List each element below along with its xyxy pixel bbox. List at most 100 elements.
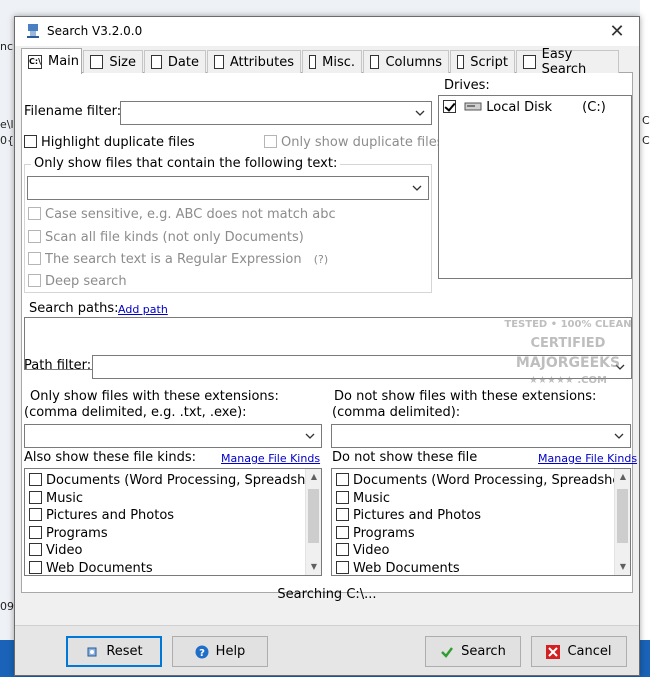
tab-label: Columns [385,54,442,70]
chevron-down-icon[interactable] [613,429,625,443]
checkbox-box[interactable] [29,473,42,486]
file-kind-label: Music [353,490,390,506]
list-item[interactable]: Pictures and Photos [332,507,630,525]
scan-all-checkbox[interactable]: Scan all file kinds (not only Documents) [28,230,304,245]
drives-list[interactable]: Local Disk (C:) [438,95,632,279]
drive-item-c[interactable]: Local Disk (C:) [439,96,631,114]
drive-name: Local Disk [486,100,553,114]
list-item[interactable]: Documents (Word Processing, Spreadsheets [332,472,630,490]
checkbox-box[interactable] [28,252,41,265]
checkbox-box[interactable] [29,525,42,539]
highlight-duplicates-label: Highlight duplicate files [41,135,195,150]
background-fragment: 09 [0,600,14,613]
tab-attributes[interactable]: Attributes [207,50,301,73]
file-kind-label: Video [353,543,390,558]
add-path-link[interactable]: Add path [118,303,168,316]
checkbox-box[interactable] [336,490,349,504]
close-button[interactable]: ✕ [595,17,639,46]
manage-file-kinds-link[interactable]: Manage File Kinds [221,452,320,465]
do-not-show-kinds-label: Do not show these file [332,450,478,465]
checkbox-box[interactable] [264,135,277,148]
regex-checkbox[interactable]: The search text is a Regular Expression … [28,252,328,267]
window-title: Search V3.2.0.0 [47,24,143,38]
cancel-button[interactable]: Cancel [531,636,627,667]
checkbox-box[interactable] [29,560,42,574]
checkbox-box[interactable] [336,508,349,521]
deep-search-label: Deep search [45,274,127,289]
regex-help[interactable]: (?) [314,253,328,266]
background-right-pane [640,0,650,640]
title-bar[interactable]: Search V3.2.0.0 ✕ [15,17,639,46]
filename-filter-combo[interactable] [120,101,432,125]
list-item[interactable]: Documents (Word Processing, Spreadsheets [25,472,321,490]
tab-main[interactable]: C:\ Main [21,48,82,74]
chevron-down-icon[interactable] [304,429,316,443]
list-item[interactable]: Web Documents [332,560,630,576]
list-item[interactable]: Video [25,542,321,560]
button-bar: Reset ? Help Search Cancel [15,625,639,675]
list-item[interactable]: Music [25,490,321,508]
tab-columns[interactable]: Columns [363,50,449,73]
checkbox-box[interactable] [443,100,456,113]
scrollbar[interactable]: ▲ ▼ [614,469,630,575]
svg-text:?: ? [199,648,205,659]
case-sensitive-checkbox[interactable]: Case sensitive, e.g. ABC does not match … [28,207,336,222]
background-fragment: 0{ [0,134,14,147]
scroll-down-icon[interactable]: ▼ [309,562,319,572]
text-filter-legend: Only show files that contain the followi… [31,156,341,171]
checkbox-box[interactable] [29,490,42,504]
list-item[interactable]: Programs [25,525,321,543]
scroll-down-icon[interactable]: ▼ [618,562,628,572]
regex-label: The search text is a Regular Expression [45,252,302,267]
deep-search-checkbox[interactable]: Deep search [28,274,127,289]
checkbox-box[interactable] [28,230,41,243]
checkbox-box[interactable] [336,525,349,539]
checkbox-box[interactable] [24,135,37,148]
scroll-up-icon[interactable]: ▲ [618,472,628,482]
list-item[interactable]: Video [332,542,630,560]
background-fragment: C [642,114,650,127]
tab-label: Script [470,54,508,70]
tab-size[interactable]: Size [83,50,143,73]
only-duplicates-checkbox[interactable]: Only show duplicate files [264,135,444,150]
checkbox-box[interactable] [28,207,41,220]
chevron-down-icon[interactable] [414,106,426,120]
text-filter-combo[interactable] [27,176,429,200]
checkbox-box[interactable] [336,543,349,556]
tab-easy-search[interactable]: Easy Search [516,47,619,77]
tab-script[interactable]: Script [450,50,515,73]
checkbox-box[interactable] [336,473,349,486]
include-kinds-list[interactable]: Documents (Word Processing, Spreadsheets… [24,468,322,576]
include-ext-combo[interactable] [24,424,322,448]
search-button[interactable]: Search [425,636,521,667]
checkbox-box[interactable] [29,508,42,521]
reset-button[interactable]: Reset [66,636,162,667]
checkbox-box[interactable] [28,274,41,287]
scrollbar[interactable]: ▲ ▼ [305,469,321,575]
majorgeeks-watermark: TESTED • 100% CLEAN CERTIFIED MAJORGEEKS… [504,319,631,386]
list-item[interactable]: Web Documents [25,560,321,575]
list-item[interactable]: Pictures and Photos [25,507,321,525]
tab-date[interactable]: Date [144,50,206,73]
scroll-thumb[interactable] [308,489,319,543]
reset-label: Reset [106,644,143,659]
script-icon [457,55,465,69]
file-kind-label: Web Documents [353,560,460,576]
checkbox-box[interactable] [29,543,42,556]
list-item[interactable]: Programs [332,525,630,543]
include-ext-label: Only show files with these extensions: [30,389,279,404]
help-button[interactable]: ? Help [172,636,268,667]
checkbox-box[interactable] [336,560,349,574]
chevron-down-icon[interactable] [411,181,423,195]
tab-misc[interactable]: Misc. [302,50,362,73]
scroll-up-icon[interactable]: ▲ [309,472,319,482]
scroll-thumb[interactable] [617,489,628,543]
highlight-duplicates-checkbox[interactable]: Highlight duplicate files [24,135,195,150]
list-item[interactable]: Music [332,490,630,508]
manage-file-kinds-link[interactable]: Manage File Kinds [538,452,637,465]
exclude-kinds-list[interactable]: Documents (Word Processing, Spreadsheets… [331,468,631,576]
search-label: Search [461,644,506,659]
search-window: Search V3.2.0.0 ✕ C:\ Main Size Date Att… [14,16,640,676]
exclude-ext-combo[interactable] [331,424,631,448]
tab-label: Date [167,54,199,70]
